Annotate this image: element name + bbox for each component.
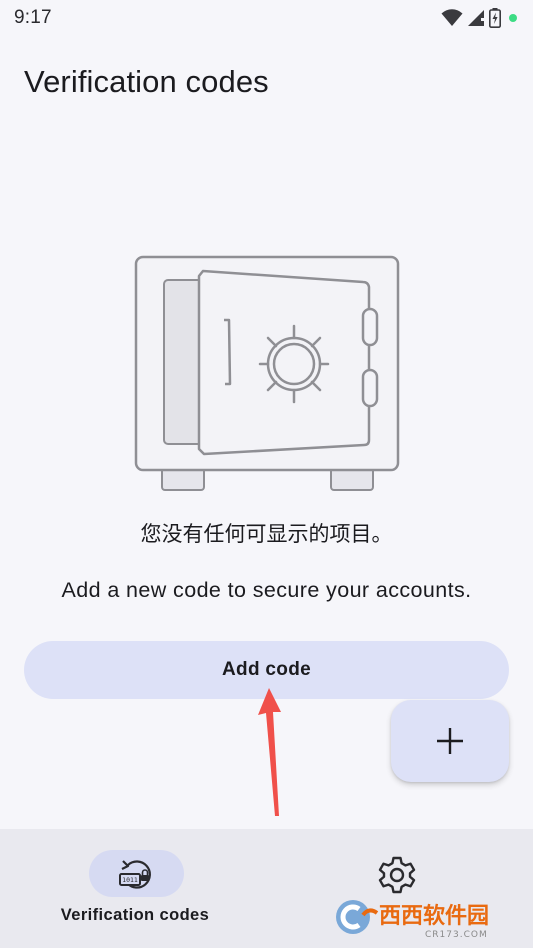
nav-selected-indicator: 1011 [89, 850, 184, 897]
verification-codes-icon: 1011 [118, 859, 151, 889]
nav-label-verification-codes: Verification codes [60, 906, 210, 924]
status-bar: 9:17 [0, 0, 533, 36]
status-time: 9:17 [14, 7, 52, 28]
add-fab-button[interactable] [391, 700, 509, 782]
safe-illustration [134, 255, 400, 491]
plus-icon [437, 728, 463, 754]
gear-icon [378, 856, 416, 894]
wifi-icon [441, 9, 463, 26]
annotation-arrow-icon [258, 688, 281, 816]
status-icons [441, 6, 517, 30]
svg-text:1011: 1011 [122, 876, 138, 884]
page-title: Verification codes [24, 64, 269, 99]
signal-icon [468, 10, 484, 26]
notification-dot [509, 14, 517, 22]
watermark-site: CR173.COM [425, 930, 488, 940]
watermark-logo: 西西软件园 CR173.COM [336, 900, 489, 940]
battery-charging-icon [489, 8, 501, 28]
empty-state-subtitle: Add a new code to secure your accounts. [61, 578, 472, 602]
empty-state-title: 您没有任何可显示的项目。 [140, 522, 393, 546]
nav-item-verification-codes[interactable]: 1011 Verification codes [0, 829, 270, 948]
watermark-text: 西西软件园 [379, 903, 489, 929]
